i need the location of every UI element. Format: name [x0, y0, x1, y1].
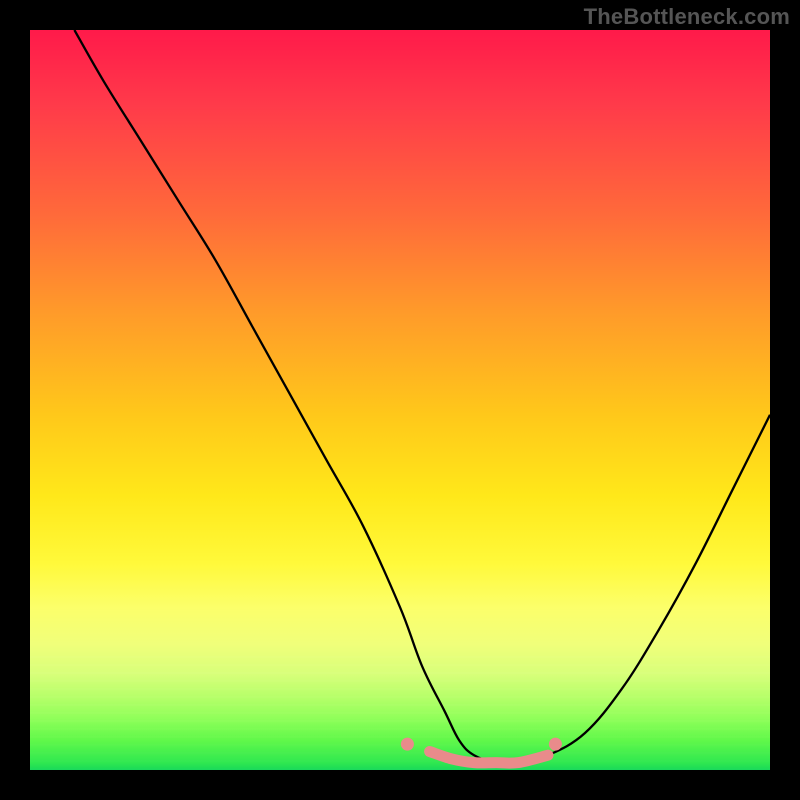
valley-end-dot-right [549, 738, 562, 751]
plot-area [30, 30, 770, 770]
valley-end-dot-left [401, 738, 414, 751]
bottleneck-curve-path [74, 30, 770, 764]
curve-svg [30, 30, 770, 770]
valley-highlight-path [430, 752, 548, 764]
chart-frame: TheBottleneck.com [0, 0, 800, 800]
plot-inner [30, 30, 770, 770]
watermark-text: TheBottleneck.com [584, 4, 790, 30]
